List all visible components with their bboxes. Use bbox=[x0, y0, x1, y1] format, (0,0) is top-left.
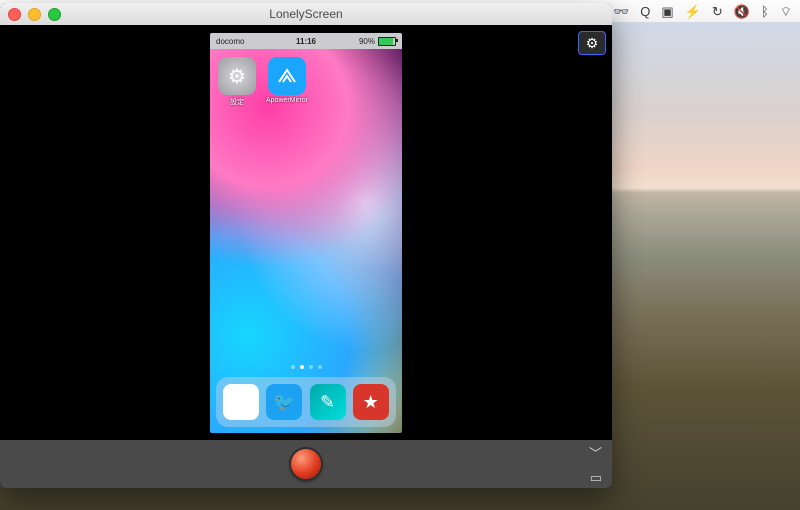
zoom-button[interactable] bbox=[48, 8, 61, 21]
apowermirror-icon bbox=[268, 57, 306, 95]
clock-label: 11:16 bbox=[210, 37, 402, 46]
app-settings[interactable]: ⚙ 設定 bbox=[218, 57, 256, 107]
gear-icon: ⚙ bbox=[586, 35, 599, 52]
settings-icon: ⚙ bbox=[218, 57, 256, 95]
home-screen-apps: ⚙ 設定 ApowerMirror bbox=[218, 57, 306, 107]
settings-button[interactable]: ⚙ bbox=[578, 31, 606, 55]
dock-app-3[interactable]: ✎ bbox=[310, 384, 346, 420]
expand-toggle[interactable]: ﹀ bbox=[589, 443, 602, 462]
minimize-button[interactable] bbox=[28, 8, 41, 21]
ios-dock: Y! 🐦 ✎ ★ bbox=[216, 377, 396, 427]
lonelyscreen-window: LonelyScreen ⚙ docomo 11:16 90% ⚙ 設定 bbox=[0, 3, 612, 488]
traffic-lights bbox=[8, 8, 61, 21]
window-titlebar[interactable]: LonelyScreen bbox=[0, 3, 612, 26]
close-button[interactable] bbox=[8, 8, 21, 21]
dock-app-4[interactable]: ★ bbox=[353, 384, 389, 420]
wunderlist-icon: ★ bbox=[353, 384, 389, 420]
app-apowermirror[interactable]: ApowerMirror bbox=[268, 57, 306, 107]
dock-app-1[interactable]: Y! bbox=[223, 384, 259, 420]
bolt-icon[interactable]: ⚡ bbox=[685, 5, 701, 18]
ios-status-bar: docomo 11:16 90% bbox=[210, 33, 402, 49]
window-control-bar: ﹀ ▭ bbox=[0, 440, 612, 488]
sparkle-icon: ✎ bbox=[310, 384, 346, 420]
yomox-icon: Y! bbox=[223, 384, 259, 420]
record-button[interactable] bbox=[291, 449, 321, 479]
twitter-icon: 🐦 bbox=[266, 384, 302, 420]
open-folder-button[interactable]: ▭ bbox=[590, 470, 602, 486]
mirroring-stage: ⚙ docomo 11:16 90% ⚙ 設定 bbox=[0, 25, 612, 440]
history-icon[interactable]: ↻ bbox=[712, 5, 723, 18]
clipboard-icon[interactable]: ▣ bbox=[661, 5, 673, 18]
app-label: ApowerMirror bbox=[266, 97, 308, 104]
mirrored-phone-screen: docomo 11:16 90% ⚙ 設定 ApowerMirror bbox=[210, 33, 402, 433]
volume2-icon[interactable]: 🔇 bbox=[734, 5, 750, 18]
dock-app-2[interactable]: 🐦 bbox=[266, 384, 302, 420]
page-indicator[interactable] bbox=[210, 365, 402, 369]
battery-icon bbox=[378, 37, 396, 46]
search-spotlight-icon[interactable]: Q bbox=[640, 5, 650, 18]
glasses-icon[interactable]: 👓 bbox=[613, 5, 629, 18]
wifi-icon[interactable]: ⌔ bbox=[780, 5, 792, 18]
app-label: 設定 bbox=[230, 97, 244, 107]
bluetooth-icon[interactable]: ᛒ bbox=[761, 5, 769, 18]
window-title: LonelyScreen bbox=[269, 7, 342, 21]
